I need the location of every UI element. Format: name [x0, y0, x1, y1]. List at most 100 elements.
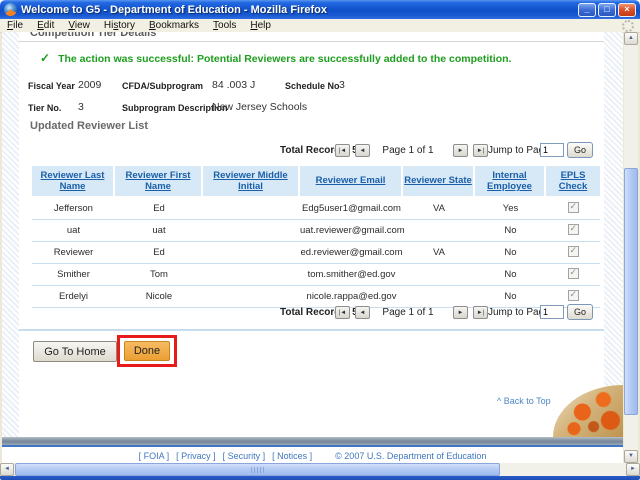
- cfda-value: 84 .003 J: [212, 79, 255, 91]
- copyright-text: © 2007 U.S. Department of Education: [335, 451, 486, 461]
- pager-last-button[interactable]: ►|: [473, 144, 488, 157]
- cell-internal-employee: No: [475, 242, 546, 263]
- jump-to-page-input[interactable]: [540, 305, 564, 319]
- cell-middle-initial: [203, 242, 300, 263]
- divider: [19, 329, 604, 331]
- cell-middle-initial: [203, 220, 300, 241]
- cell-state: VA: [403, 242, 475, 263]
- fiscal-year-label: Fiscal Year: [28, 81, 75, 91]
- footer-link-notices[interactable]: [ Notices ]: [272, 451, 312, 461]
- tier-no-label: Tier No.: [28, 103, 61, 113]
- go-button[interactable]: Go: [567, 304, 593, 320]
- epls-checkbox[interactable]: [568, 202, 579, 213]
- window-controls: _ □ ×: [578, 3, 636, 17]
- cell-last-name: Jefferson: [32, 198, 115, 219]
- close-button[interactable]: ×: [618, 3, 636, 17]
- menu-item-view[interactable]: View: [61, 19, 97, 32]
- section-title: Competition Tier Details: [30, 32, 156, 39]
- cell-first-name: Tom: [115, 264, 203, 285]
- left-stripe-decoration: [2, 32, 19, 437]
- footer: [ FOIA ] [ Privacy ] [ Security ] [ Noti…: [2, 451, 623, 461]
- table-row: Jefferson Ed Edg5user1@gmail.com VA Yes: [32, 198, 600, 220]
- back-to-top-link[interactable]: ^ Back to Top: [497, 396, 551, 406]
- cell-state: VA: [403, 198, 475, 219]
- menu-bar: FileEditViewHistoryBookmarksToolsHelp: [0, 19, 640, 33]
- pagination-top: Total Records: 5 |◄ ◄ Page 1 of 1 ► ►| J…: [2, 142, 623, 160]
- scroll-up-button[interactable]: ▲: [624, 32, 638, 45]
- table-header-row: Reviewer Last Name Reviewer First Name R…: [32, 166, 600, 196]
- cell-middle-initial: [203, 198, 300, 219]
- pagination-bottom: Total Records: 5 |◄ ◄ Page 1 of 1 ► ►| J…: [2, 304, 623, 322]
- column-header-internal-employee[interactable]: Internal Employee: [475, 166, 546, 196]
- cell-first-name: Ed: [115, 198, 203, 219]
- footer-link-privacy[interactable]: [ Privacy ]: [176, 451, 216, 461]
- menu-item-tools[interactable]: Tools: [206, 19, 243, 32]
- footer-link-foia[interactable]: [ FOIA ]: [139, 451, 170, 461]
- pager-last-button[interactable]: ►|: [473, 306, 488, 319]
- maximize-button[interactable]: □: [598, 3, 616, 17]
- page-indicator: Page 1 of 1: [378, 145, 438, 156]
- vertical-scrollbar-thumb[interactable]: [624, 168, 638, 415]
- epls-checkbox[interactable]: [568, 290, 579, 301]
- menu-item-history[interactable]: History: [97, 19, 142, 32]
- menu-item-bookmarks[interactable]: Bookmarks: [142, 19, 206, 32]
- cell-email: Edg5user1@gmail.com: [300, 198, 403, 219]
- cell-middle-initial: [203, 264, 300, 285]
- cell-internal-employee: No: [475, 220, 546, 241]
- column-header-reviewer-first-name[interactable]: Reviewer First Name: [115, 166, 203, 196]
- throbber-icon: [622, 20, 634, 32]
- list-title: Updated Reviewer List: [30, 120, 148, 132]
- footer-link-security[interactable]: [ Security ]: [223, 451, 266, 461]
- epls-checkbox[interactable]: [568, 224, 579, 235]
- done-button[interactable]: Done: [124, 341, 170, 361]
- right-stripe-decoration: [604, 32, 623, 437]
- epls-checkbox[interactable]: [568, 268, 579, 279]
- cell-state: [403, 264, 475, 285]
- menu-item-file[interactable]: File: [0, 19, 30, 32]
- jump-to-page-input[interactable]: [540, 143, 564, 157]
- divider: [19, 41, 604, 42]
- pager-first-button[interactable]: |◄: [335, 144, 350, 157]
- firefox-icon[interactable]: [4, 3, 17, 16]
- cell-internal-employee: No: [475, 264, 546, 285]
- check-icon: ✓: [40, 51, 50, 65]
- table-row: Reviewer Ed ed.reviewer@gmail.com VA No: [32, 242, 600, 264]
- horizontal-scrollbar[interactable]: ◄ ►: [0, 463, 640, 476]
- menu-item-edit[interactable]: Edit: [30, 19, 61, 32]
- column-header-reviewer-email[interactable]: Reviewer Email: [300, 166, 403, 196]
- window-bottom-border: [0, 476, 640, 480]
- column-header-epls-check[interactable]: EPLS Check: [546, 166, 600, 196]
- menu-item-help[interactable]: Help: [243, 19, 278, 32]
- pager-prev-button[interactable]: ◄: [355, 144, 370, 157]
- cell-state: [403, 220, 475, 241]
- window-title: Welcome to G5 - Department of Education …: [21, 4, 578, 16]
- schedule-no-value: 3: [339, 79, 345, 91]
- bottom-blue-line: [2, 445, 623, 447]
- pager-first-button[interactable]: |◄: [335, 306, 350, 319]
- pager-next-button[interactable]: ►: [453, 144, 468, 157]
- go-button[interactable]: Go: [567, 142, 593, 158]
- cell-last-name: Smither: [32, 264, 115, 285]
- cell-last-name: uat: [32, 220, 115, 241]
- pager-prev-button[interactable]: ◄: [355, 306, 370, 319]
- column-header-reviewer-last-name[interactable]: Reviewer Last Name: [32, 166, 115, 196]
- cell-email: uat.reviewer@gmail.com: [300, 220, 403, 241]
- pager-next-button[interactable]: ►: [453, 306, 468, 319]
- title-bar[interactable]: Welcome to G5 - Department of Education …: [0, 0, 640, 19]
- horizontal-scrollbar-thumb[interactable]: [15, 463, 500, 476]
- column-header-reviewer-state[interactable]: Reviewer State: [403, 166, 475, 196]
- tier-no-value: 3: [78, 101, 84, 113]
- vertical-scrollbar[interactable]: ▲ ▼: [624, 32, 638, 463]
- scroll-left-button[interactable]: ◄: [0, 463, 14, 476]
- cell-first-name: Ed: [115, 242, 203, 263]
- cell-email: tom.smither@ed.gov: [300, 264, 403, 285]
- reviewer-table: Reviewer Last Name Reviewer First Name R…: [32, 166, 600, 308]
- epls-checkbox[interactable]: [568, 246, 579, 257]
- scroll-right-button[interactable]: ►: [626, 463, 640, 476]
- cell-first-name: uat: [115, 220, 203, 241]
- scroll-down-button[interactable]: ▼: [624, 450, 638, 463]
- minimize-button[interactable]: _: [578, 3, 596, 17]
- column-header-reviewer-middle-initial[interactable]: Reviewer Middle Initial: [203, 166, 300, 196]
- go-to-home-button[interactable]: Go To Home: [33, 341, 117, 362]
- page-content: Competition Tier Details ✓The action was…: [2, 32, 623, 463]
